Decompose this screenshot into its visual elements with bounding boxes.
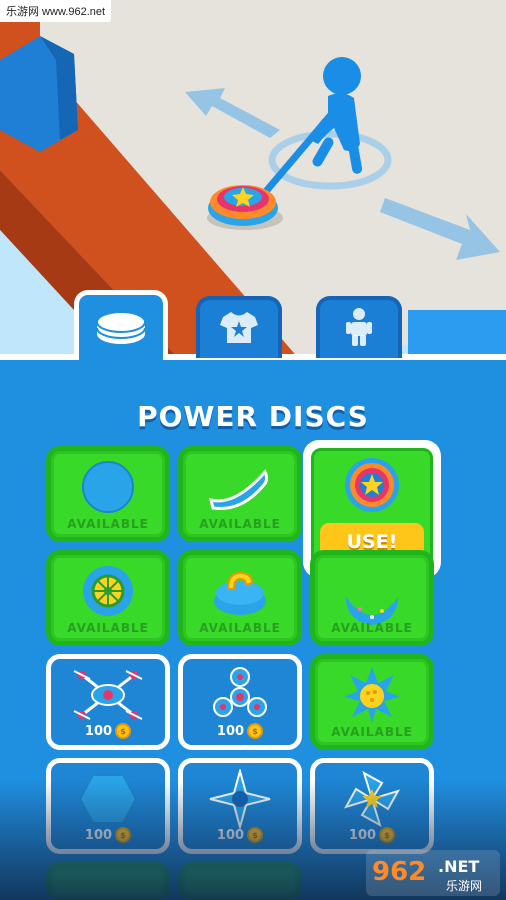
item-status: AVAILABLE <box>199 621 281 635</box>
item-status: AVAILABLE <box>331 621 413 635</box>
shop-title: POWER DISCS <box>137 400 369 433</box>
disc-item-wheel[interactable]: AVAILABLE <box>46 550 170 646</box>
plain-disc-icon <box>51 457 165 517</box>
item-status: AVAILABLE <box>331 725 413 739</box>
wheel-disc-icon <box>51 561 165 621</box>
item-price: 100$ <box>183 723 297 739</box>
star-disc-on-floor <box>208 185 278 226</box>
disc-item-curling-stone[interactable]: AVAILABLE <box>178 550 302 646</box>
watermark-banner: 乐游网 www.962.net <box>0 0 112 22</box>
coin-icon: $ <box>247 723 264 739</box>
tab-power-discs[interactable] <box>74 290 168 362</box>
tab-bar-filler <box>408 310 506 358</box>
tshirt-star-icon <box>219 309 259 349</box>
drone-icon <box>51 665 165 725</box>
disc-item-boomerang[interactable]: AVAILABLE <box>178 446 302 542</box>
fidget-spinner-icon <box>183 665 297 725</box>
curling-stone-icon <box>183 561 297 621</box>
character-icon <box>344 307 374 351</box>
disc-item-drone[interactable]: 100 $ <box>46 654 170 750</box>
pillar-obstacle <box>0 36 78 152</box>
disc-item-donut[interactable]: AVAILABLE <box>310 550 434 646</box>
logo-brand-text: 962 <box>372 857 426 887</box>
tab-outfits[interactable] <box>196 296 282 358</box>
tab-characters[interactable] <box>316 296 402 358</box>
star-disc-icon <box>314 455 430 515</box>
logo-sub-text: 乐游网 <box>446 879 482 893</box>
item-status: AVAILABLE <box>67 517 149 531</box>
logo-suffix-text: .NET <box>438 857 479 876</box>
disc-stack-icon <box>91 304 151 354</box>
item-status: AVAILABLE <box>67 621 149 635</box>
site-logo-watermark: 962 .NET 乐游网 <box>366 850 500 896</box>
disc-item-spiked-ball[interactable]: AVAILABLE <box>310 654 434 750</box>
item-status: AVAILABLE <box>199 517 281 531</box>
item-price: 100$ <box>51 723 165 739</box>
disc-item-plain[interactable]: AVAILABLE <box>46 446 170 542</box>
boomerang-icon <box>183 457 297 517</box>
disc-item-fidget-spinner[interactable]: 100 $ <box>178 654 302 750</box>
coin-icon: $ <box>115 723 132 739</box>
spiked-ball-icon <box>315 665 429 725</box>
